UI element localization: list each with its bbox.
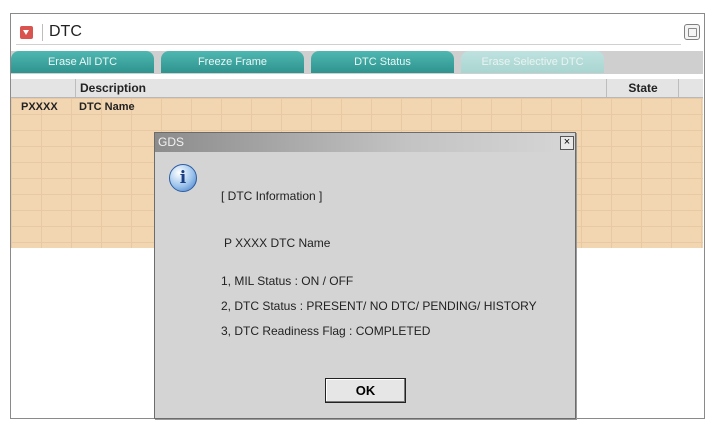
dialog-heading: [ DTC Information ] <box>221 189 323 203</box>
restore-window-icon[interactable] <box>684 24 700 40</box>
column-header-description[interactable]: Description <box>76 79 607 97</box>
dtc-name[interactable]: DTC Name <box>79 101 135 113</box>
dialog-title-bar[interactable]: GDS <box>155 133 575 152</box>
mil-status: 1, MIL Status : ON / OFF <box>221 274 354 288</box>
column-header-state[interactable]: State <box>608 79 679 97</box>
gds-dialog: GDS × i [ DTC Information ] P XXXX DTC N… <box>154 132 576 419</box>
dtc-line: P XXXX DTC Name <box>224 236 331 250</box>
table-header: Description State <box>11 79 703 98</box>
erase-selective-dtc-button: Erase Selective DTC <box>461 51 604 73</box>
ok-button[interactable]: OK <box>325 378 406 403</box>
dtc-status-button[interactable]: DTC Status <box>311 51 454 73</box>
panel-title: DTC <box>49 23 82 40</box>
dialog-title: GDS <box>158 135 185 149</box>
dtc-status: 2, DTC Status : PRESENT/ NO DTC/ PENDING… <box>221 299 537 313</box>
column-header-code <box>11 79 76 97</box>
info-icon-glyph: i <box>179 168 187 188</box>
dtc-code[interactable]: PXXXX <box>21 101 58 113</box>
freeze-frame-button[interactable]: Freeze Frame <box>161 51 304 73</box>
readiness-flag: 3, DTC Readiness Flag : COMPLETED <box>221 324 431 338</box>
info-icon: i <box>169 164 197 192</box>
dropdown-arrow-icon[interactable] <box>20 26 33 39</box>
header-underline <box>16 44 681 45</box>
erase-all-dtc-button[interactable]: Erase All DTC <box>11 51 154 73</box>
header-divider <box>42 24 43 41</box>
close-icon[interactable]: × <box>560 136 574 150</box>
